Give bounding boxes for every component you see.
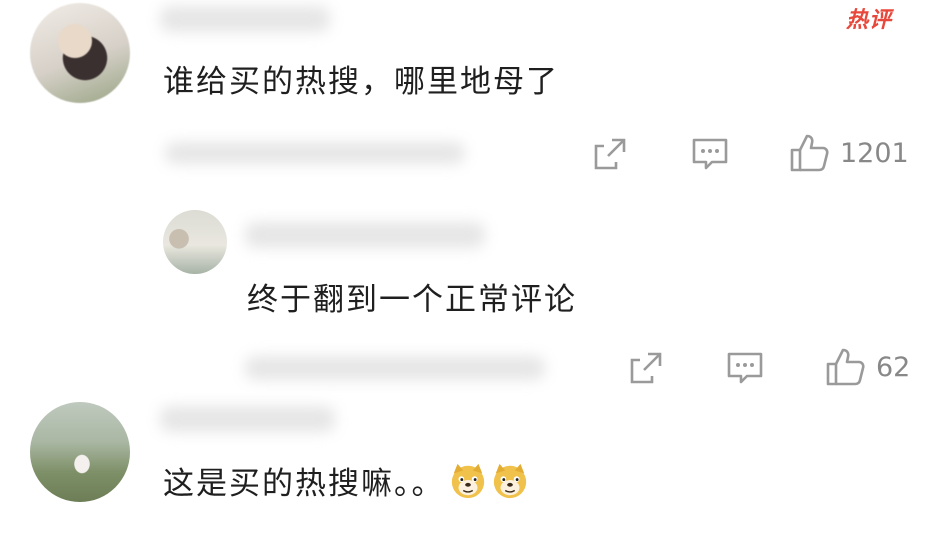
doge-emoji xyxy=(451,463,484,499)
comment-text: 终于翻到一个正常评论 xyxy=(247,282,577,318)
like-count: 62 xyxy=(876,351,911,383)
share-icon xyxy=(630,352,662,384)
username[interactable] xyxy=(160,406,335,432)
share-icon xyxy=(594,138,626,170)
avatar[interactable] xyxy=(30,3,130,103)
username[interactable] xyxy=(160,6,330,32)
avatar[interactable] xyxy=(163,210,227,274)
share-button[interactable] xyxy=(626,348,666,388)
comment-text-body: 这是买的热搜嘛。。 xyxy=(163,466,445,502)
comment-icon xyxy=(692,138,728,170)
comment-meta xyxy=(245,356,545,380)
like-button[interactable]: 1201 xyxy=(788,132,909,174)
comment-text: 这是买的热搜嘛。。 xyxy=(163,458,529,503)
comment-text: 谁给买的热搜，哪里地母了 xyxy=(163,64,559,100)
reply-button[interactable] xyxy=(725,348,765,388)
comment-meta xyxy=(165,142,465,164)
share-button[interactable] xyxy=(590,134,630,174)
doge-emoji xyxy=(493,463,526,499)
like-button[interactable]: 62 xyxy=(824,346,910,388)
username[interactable] xyxy=(245,222,485,248)
reply-button[interactable] xyxy=(690,134,730,174)
thumbs-up-icon xyxy=(790,134,829,172)
avatar[interactable] xyxy=(30,402,130,502)
thumbs-up-icon xyxy=(826,348,865,386)
like-count: 1201 xyxy=(840,137,909,169)
hot-comment-badge: 热评 xyxy=(846,8,893,33)
comment-icon xyxy=(727,352,763,384)
